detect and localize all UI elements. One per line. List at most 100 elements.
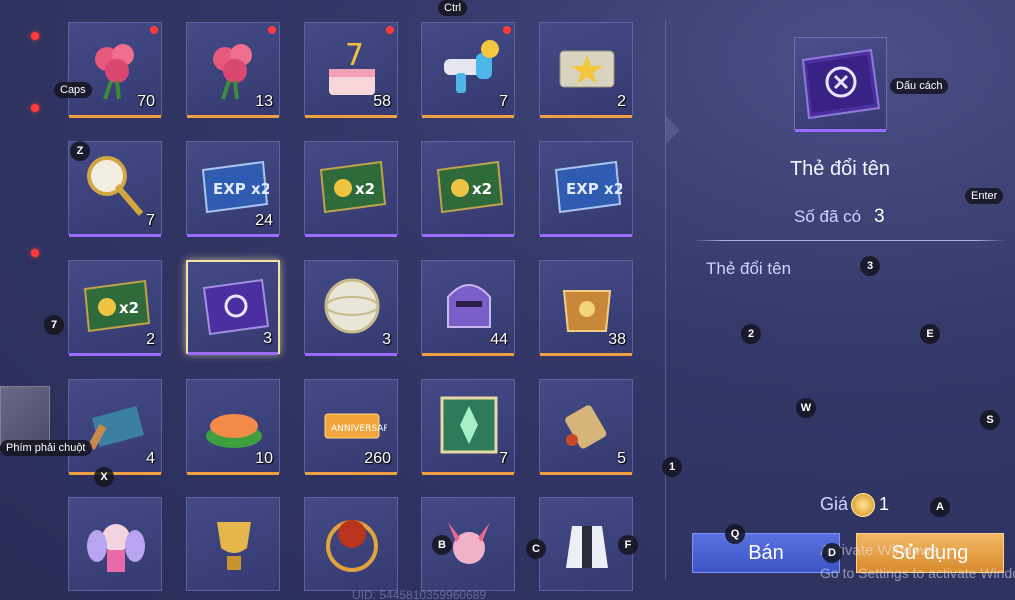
item-count: 3 [382,331,391,348]
item-art: EXP x2 [552,152,624,222]
key-hint-x: X [94,467,114,487]
inventory-slot[interactable]: x2 [304,141,398,237]
item-count: 44 [490,331,508,348]
sell-button[interactable]: Bán [692,533,840,573]
key-hint-f: F [618,535,638,555]
rarity-bar [187,115,279,118]
selected-item-icon [794,37,887,132]
inventory-slot[interactable]: 2 [539,22,633,118]
inventory-slot[interactable]: EXP x2 24 [186,141,280,237]
inventory-slot[interactable]: 70 [68,22,162,118]
key-hint-s: S [980,410,1000,430]
svg-text:x2: x2 [119,299,139,317]
item-art: x2 [434,152,504,222]
inventory-slot[interactable]: 10 [186,379,280,475]
key-hint-ctrl: Ctrl [438,0,468,16]
inventory-slot[interactable] [304,497,398,591]
inventory-slot[interactable]: x2 [421,141,515,237]
item-art [199,508,269,578]
rarity-bar [540,472,632,475]
price-value: 1 [879,494,890,514]
inventory-slot[interactable]: 5 [539,379,633,475]
key-hint-z: Z [70,141,90,161]
inventory-slot[interactable]: x2 2 [68,260,162,356]
key-hint-b: B [432,535,452,555]
rarity-bar [540,353,632,356]
inventory-slot[interactable]: 3 [304,260,398,356]
item-art [552,33,622,103]
rarity-bar [69,472,161,475]
item-count: 4 [146,450,155,467]
new-item-dot [150,26,158,34]
item-count: 7 [499,93,508,110]
rarity-bar [540,115,632,118]
inventory-slot[interactable]: 7 [421,379,515,475]
key-hint-3: 3 [860,256,880,276]
owned-label: Số đã có [794,207,862,226]
uid-label: UID: 5445810359960689 [352,588,487,600]
item-count: 2 [617,93,626,110]
fire-ring-icon [326,520,378,572]
item-art [81,152,151,222]
notification-dot [31,32,39,40]
key-hint-q: Q [725,524,745,544]
key-hint-right-click: Phím phải chuột [0,440,92,456]
inventory-slot[interactable]: EXP x2 [539,141,633,237]
svg-text:EXP x2: EXP x2 [566,180,622,198]
emblem-card-icon [440,396,498,454]
rarity-bar [69,234,161,237]
item-count: 38 [608,331,626,348]
inventory-slot[interactable] [68,497,162,591]
inventory-slot[interactable]: ANNIVERSARY 260 [304,379,398,475]
item-count: 13 [255,93,273,110]
rename-card-icon [801,48,881,120]
new-item-dot [268,26,276,34]
rarity-bar [69,353,161,356]
item-count: 260 [364,450,391,467]
svg-text:7: 7 [345,38,364,73]
item-count: 5 [617,450,626,467]
svg-text:x2: x2 [355,180,375,198]
item-art [434,390,504,460]
inventory-slot[interactable] [186,497,280,591]
gold-x2-card-icon: x2 [83,279,151,333]
item-description: Thẻ đổi tên [706,259,792,278]
inventory-slot[interactable]: 4 [68,379,162,475]
item-art [434,33,504,103]
side-panel-thumbnail[interactable] [0,386,50,446]
rarity-bar [305,115,397,118]
rename-card-icon [202,278,270,336]
new-item-dot [503,26,511,34]
rarity-bar [69,115,161,118]
gold-star-ticket-icon [559,50,615,88]
item-count: 7 [146,212,155,229]
inventory-slot[interactable]: 13 [186,22,280,118]
warrior-costume-icon [566,526,608,568]
rarity-bar [187,234,279,237]
item-art [200,272,270,342]
item-art [81,390,151,460]
watermark-line2: Go to Settings to activate Windows. [820,565,1015,581]
item-count: 3 [263,330,272,347]
rarity-bar [422,353,514,356]
svg-text:x2: x2 [472,180,492,198]
coin-icon [851,493,875,517]
item-count: 58 [373,93,391,110]
inventory-slot[interactable]: 44 [421,260,515,356]
inventory-slot[interactable]: 7 58 [304,22,398,118]
collapse-arrow-icon[interactable] [666,116,680,144]
key-hint-d: D [822,543,842,563]
panel-divider [665,20,666,580]
scroll-icon [565,405,607,449]
rarity-bar [422,234,514,237]
svg-text:ANNIVERSARY: ANNIVERSARY [331,424,387,434]
item-art [317,271,387,341]
rarity-bar [188,352,278,355]
inventory-slot[interactable]: 7 [421,22,515,118]
inventory-grid: 70 13 7 58 7 2 7 EXP x2 24 x2 x2 EXP x2 x2 2 3 3 44 38 4 10… [0,0,660,600]
item-art [81,508,151,578]
item-count: 2 [146,331,155,348]
inventory-slot[interactable]: 3 [186,260,280,355]
item-count: 10 [255,450,273,467]
inventory-slot[interactable]: 38 [539,260,633,356]
